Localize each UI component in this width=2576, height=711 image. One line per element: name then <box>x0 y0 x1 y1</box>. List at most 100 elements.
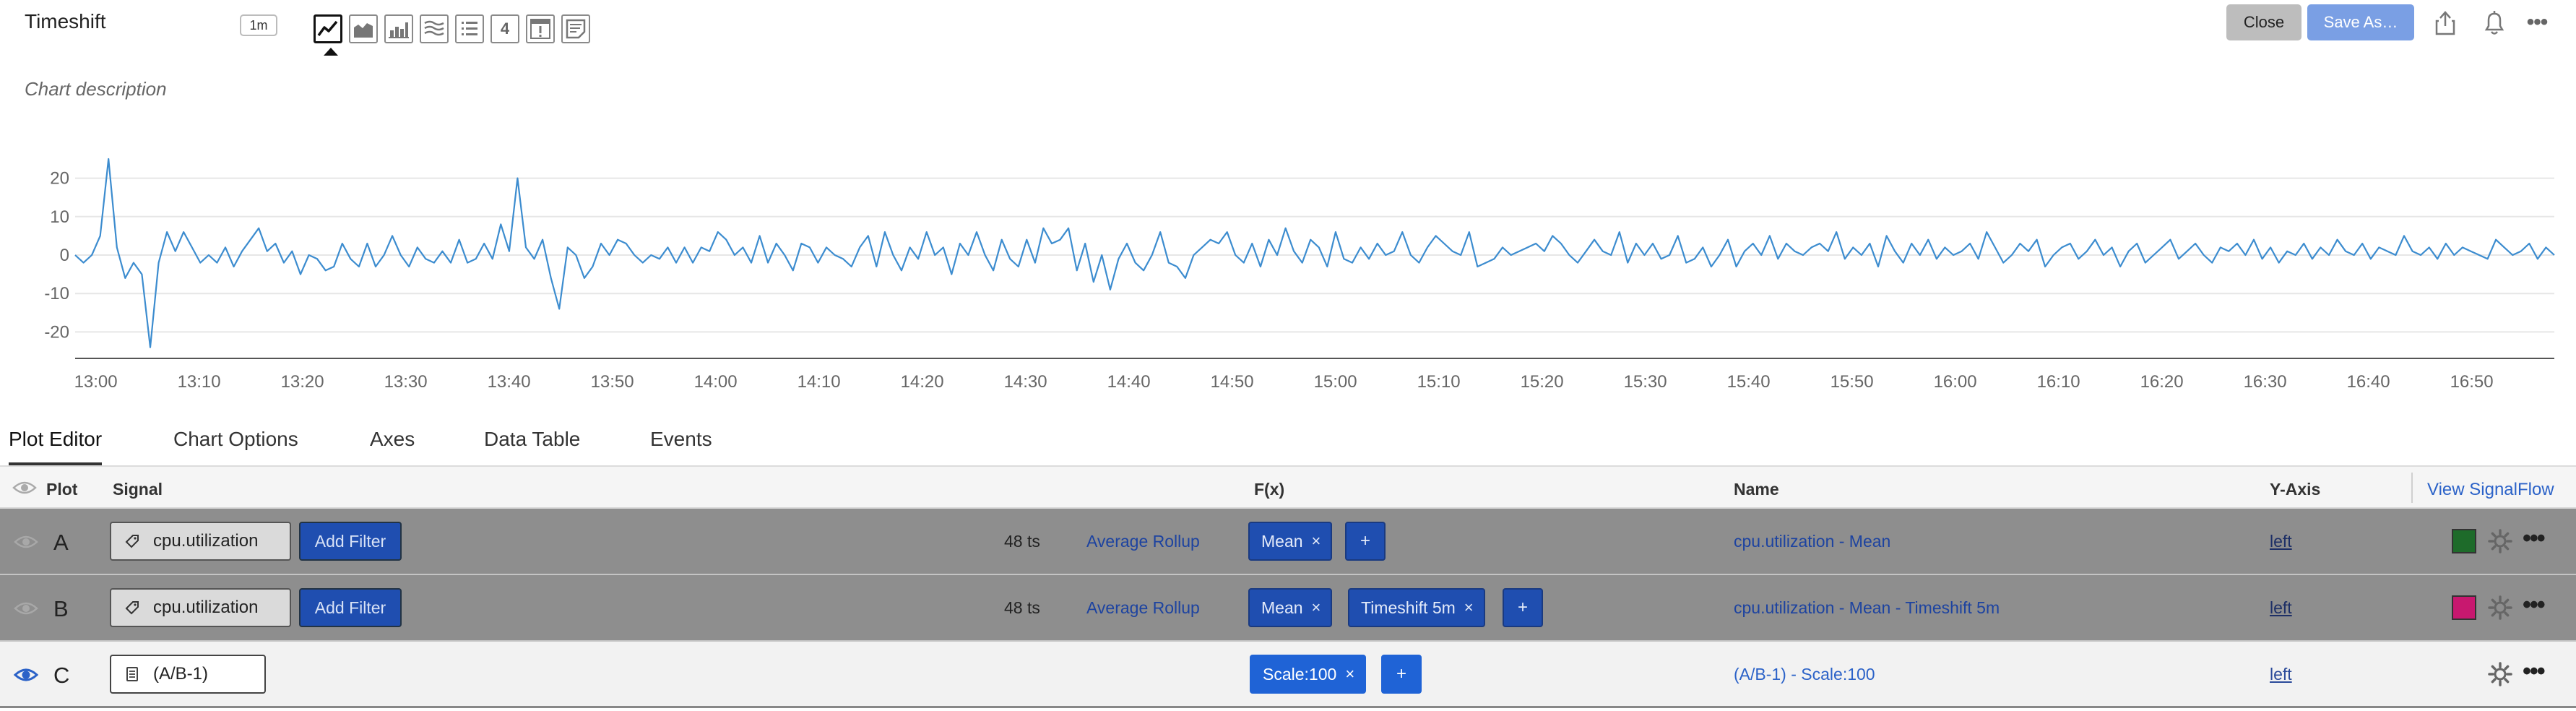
tab-axes[interactable]: Axes <box>370 428 415 465</box>
y-tick-label: 20 <box>50 169 69 189</box>
x-tick-label: 13:10 <box>178 372 221 392</box>
visibility-eye-icon[interactable] <box>13 529 39 555</box>
line-chart-icon[interactable] <box>314 14 342 56</box>
area-chart-icon[interactable] <box>349 14 378 43</box>
ts-count: 48 ts <box>1004 598 1040 617</box>
text-note-icon[interactable] <box>561 14 590 43</box>
x-tick-label: 14:30 <box>1004 372 1047 392</box>
series-line <box>74 158 2555 348</box>
y-tick-label: -10 <box>44 284 69 303</box>
view-signalflow-link[interactable]: View SignalFlow <box>2427 480 2554 500</box>
add-filter-button[interactable]: Add Filter <box>299 522 402 561</box>
x-tick-label: 16:30 <box>2244 372 2287 392</box>
rollup-link[interactable]: Average Rollup <box>1086 532 1200 551</box>
x-tick-label: 13:40 <box>488 372 531 392</box>
function-chip-timeshift[interactable]: Timeshift 5m × <box>1348 588 1485 627</box>
remove-function-icon[interactable]: × <box>1312 598 1321 617</box>
rollup-link[interactable]: Average Rollup <box>1086 598 1200 618</box>
y-axis-ticks: 20 10 0 -10 -20 <box>44 169 69 342</box>
chart-title[interactable]: Timeshift <box>25 10 106 33</box>
tab-chart-options[interactable]: Chart Options <box>173 428 298 465</box>
plot-name-link[interactable]: cpu.utilization - Mean <box>1734 532 1890 551</box>
list-chart-icon[interactable] <box>455 14 484 43</box>
x-tick-label: 13:20 <box>281 372 324 392</box>
function-chip-mean[interactable]: Mean × <box>1248 588 1333 627</box>
x-tick-label: 16:00 <box>1934 372 1977 392</box>
visibility-eye-icon[interactable] <box>13 662 39 688</box>
x-axis-ticks: 13:00 13:10 13:20 13:30 13:40 13:50 14:00 14:10… <box>74 372 2494 392</box>
tab-events[interactable]: Events <box>650 428 712 465</box>
event-feed-icon[interactable] <box>526 14 555 43</box>
column-chart-icon[interactable] <box>384 14 413 43</box>
x-tick-label: 14:10 <box>798 372 841 392</box>
row-more-icon[interactable]: ••• <box>2523 525 2551 553</box>
y-tick-label: 0 <box>60 246 69 265</box>
add-function-button[interactable]: + <box>1381 655 1422 694</box>
function-chip-mean[interactable]: Mean × <box>1248 522 1333 561</box>
row-more-icon[interactable]: ••• <box>2523 591 2551 620</box>
plot-color-swatch[interactable] <box>2452 529 2476 553</box>
add-function-button[interactable]: + <box>1503 588 1543 627</box>
plot-color-swatch[interactable] <box>2452 595 2476 620</box>
x-tick-label: 15:20 <box>1521 372 1564 392</box>
header-yaxis: Y-Axis <box>2270 480 2321 499</box>
x-tick-label: 15:50 <box>1831 372 1874 392</box>
yaxis-link[interactable]: left <box>2270 532 2292 551</box>
function-label: Mean <box>1261 598 1303 617</box>
plot-row-c[interactable]: C (A/B-1) Scale:100 × + (A/B-1) - Scale:… <box>0 642 2576 708</box>
plot-letter: C <box>53 663 70 688</box>
header-signal: Signal <box>113 480 163 499</box>
ts-count: 48 ts <box>1004 532 1040 551</box>
x-tick-label: 14:50 <box>1211 372 1254 392</box>
header-separator <box>2411 473 2413 503</box>
tab-data-table[interactable]: Data Table <box>484 428 580 465</box>
visibility-all-icon[interactable] <box>12 475 38 501</box>
plot-row-b[interactable]: B cpu.utilization Add Filter 48 ts Avera… <box>0 575 2576 642</box>
x-tick-label: 16:50 <box>2450 372 2494 392</box>
save-as-button[interactable]: Save As… <box>2307 4 2414 40</box>
gear-icon[interactable] <box>2486 527 2514 555</box>
remove-function-icon[interactable]: × <box>1312 532 1321 551</box>
chart-series <box>74 158 2555 348</box>
more-options-icon[interactable]: ••• <box>2521 6 2553 39</box>
remove-function-icon[interactable]: × <box>1464 598 1474 617</box>
plot-name-link[interactable]: (A/B-1) - Scale:100 <box>1734 665 1875 684</box>
close-button[interactable]: Close <box>2226 4 2301 40</box>
bell-icon[interactable] <box>2478 6 2510 39</box>
chart-description[interactable]: Chart description <box>25 78 167 100</box>
y-tick-label: -20 <box>44 322 69 342</box>
x-tick-label: 15:30 <box>1624 372 1667 392</box>
function-chip-scale[interactable]: Scale:100 × <box>1250 655 1367 694</box>
chart-grid <box>75 177 2554 359</box>
gear-icon[interactable] <box>2486 660 2514 688</box>
signal-name: cpu.utilization <box>153 598 259 617</box>
histogram-icon[interactable] <box>420 14 449 43</box>
yaxis-link[interactable]: left <box>2270 598 2292 618</box>
function-label: Mean <box>1261 531 1303 551</box>
add-function-button[interactable]: + <box>1345 522 1386 561</box>
share-icon[interactable] <box>2429 6 2461 39</box>
metric-tag-icon <box>125 601 139 615</box>
timeseries-chart[interactable]: 20100-10-20 13:00 13:10 13:20 13:30 13:40 13:… <box>0 137 2576 397</box>
header-fx: F(x) <box>1254 480 1285 499</box>
x-tick-label: 13:30 <box>384 372 428 392</box>
x-tick-label: 16:10 <box>2037 372 2080 392</box>
gear-icon[interactable] <box>2486 594 2514 621</box>
yaxis-link[interactable]: left <box>2270 665 2292 684</box>
row-more-icon[interactable]: ••• <box>2523 658 2551 686</box>
function-label: Scale:100 <box>1263 664 1337 684</box>
signal-field[interactable]: cpu.utilization <box>110 588 291 627</box>
add-filter-button[interactable]: Add Filter <box>299 588 402 627</box>
single-value-icon[interactable]: 4 <box>490 14 519 43</box>
tab-plot-editor[interactable]: Plot Editor <box>9 428 103 465</box>
plot-row-a[interactable]: A cpu.utilization Add Filter 48 ts Avera… <box>0 509 2576 575</box>
remove-function-icon[interactable]: × <box>1345 665 1354 684</box>
signal-field[interactable]: cpu.utilization <box>110 522 291 561</box>
y-tick-label: 10 <box>50 207 69 227</box>
formula-field[interactable]: (A/B-1) <box>110 655 266 694</box>
x-tick-label: 14:40 <box>1107 372 1151 392</box>
plot-name-link[interactable]: cpu.utilization - Mean - Timeshift 5m <box>1734 598 2000 618</box>
visibility-eye-icon[interactable] <box>13 595 39 621</box>
header-plot: Plot <box>46 480 78 499</box>
resolution-badge: 1m <box>240 14 277 36</box>
